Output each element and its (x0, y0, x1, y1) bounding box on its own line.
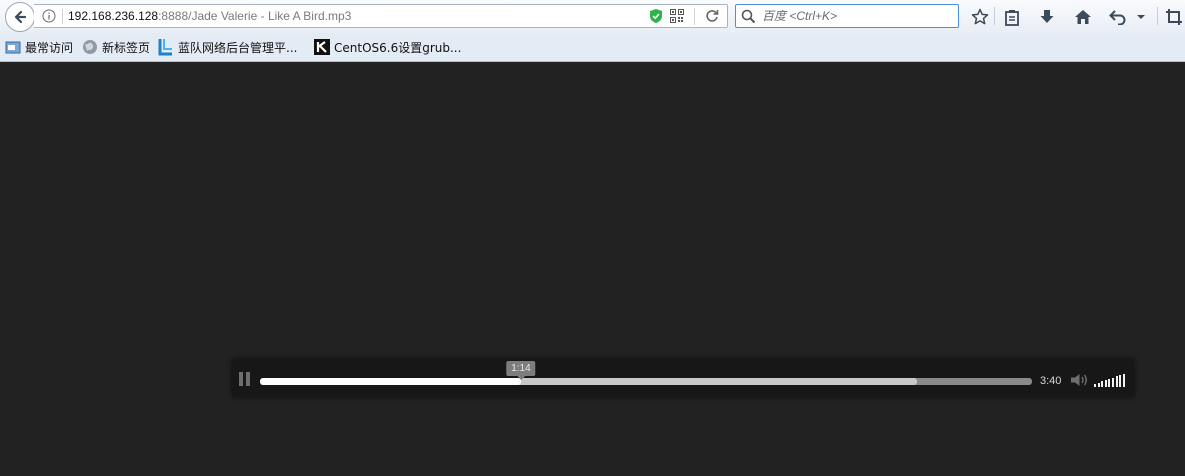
bookmark-label: 蓝队网络后台管理平... (178, 40, 298, 55)
toolbar-separator (994, 7, 995, 25)
k-logo-icon (314, 39, 330, 55)
bookmarks-bar: 最常访问 新标签页 蓝队网络后台管理平... CentOS6.6设置grub..… (0, 33, 1185, 62)
volume-level-bar (1122, 373, 1125, 387)
home-button[interactable] (1073, 7, 1093, 27)
toolbar-separator-2 (1157, 7, 1158, 25)
volume-level-bar (1101, 381, 1104, 387)
volume-level-bar (1119, 374, 1122, 387)
duration-label: 3:40 (1040, 375, 1062, 387)
undo-arrow-icon (1109, 10, 1126, 25)
history-dropdown-button[interactable] (1134, 7, 1148, 27)
screenshot-button[interactable] (1164, 7, 1184, 27)
url-separator (62, 9, 63, 24)
bookmark-most-visited[interactable]: 最常访问 (5, 38, 73, 56)
volume-level-bar (1104, 380, 1107, 387)
url-host: 192.168.236.128 (68, 9, 159, 23)
audio-player-controls: 1:14 3:40 (232, 359, 1134, 397)
downloads-button[interactable] (1037, 7, 1057, 27)
progress-bar[interactable] (260, 378, 1032, 385)
url-bar[interactable]: 192.168.236.128:8888/Jade Valerie - Like… (34, 4, 728, 28)
search-input[interactable] (762, 7, 952, 25)
bookmark-centos-grub[interactable]: CentOS6.6设置grub... (314, 38, 461, 56)
l-logo-icon (158, 39, 174, 56)
home-icon (1075, 10, 1091, 24)
chevron-down-icon (1137, 15, 1145, 19)
url-text[interactable]: 192.168.236.128:8888/Jade Valerie - Like… (68, 9, 351, 23)
folder-icon (5, 39, 21, 55)
pause-icon-bar (246, 372, 250, 386)
bookmark-star-button[interactable] (970, 7, 990, 27)
search-icon[interactable] (741, 9, 756, 24)
url-separator-2 (694, 8, 695, 25)
globe-icon (82, 39, 98, 55)
bookmark-new-tab[interactable]: 新标签页 (82, 38, 150, 56)
history-back-button[interactable] (1108, 7, 1128, 27)
played-progress (260, 378, 521, 385)
bookmark-label: 最常访问 (25, 40, 74, 55)
volume-level-bar (1094, 384, 1096, 387)
volume-level-bar (1108, 378, 1111, 387)
bookmark-lanyue-admin[interactable]: 蓝队网络后台管理平... (158, 38, 297, 56)
search-bar[interactable] (735, 4, 959, 28)
url-path: :8888/Jade Valerie - Like A Bird.mp3 (158, 9, 352, 23)
media-viewport: 1:14 3:40 (0, 62, 1185, 476)
volume-slider[interactable] (1094, 373, 1126, 387)
volume-level-bar (1097, 382, 1100, 387)
download-arrow-icon (1040, 10, 1054, 23)
clipboard-icon (1005, 9, 1019, 26)
pause-icon (239, 372, 243, 386)
current-time-tooltip: 1:14 (506, 361, 536, 380)
reading-list-button[interactable] (1002, 7, 1022, 27)
info-icon[interactable] (42, 9, 56, 23)
speaker-icon[interactable] (1070, 373, 1088, 387)
browser-toolbar: 192.168.236.128:8888/Jade Valerie - Like… (0, 0, 1185, 33)
shield-icon[interactable] (649, 8, 663, 24)
back-button[interactable] (5, 2, 35, 32)
arrow-left-icon (14, 10, 27, 24)
volume-level-bar (1112, 377, 1114, 387)
pause-button[interactable] (239, 372, 251, 386)
star-icon (971, 8, 989, 25)
crop-icon (1166, 9, 1182, 25)
bookmark-label: CentOS6.6设置grub... (334, 40, 462, 55)
reload-icon[interactable] (704, 8, 720, 24)
qr-code-icon[interactable] (670, 9, 684, 23)
bookmark-label: 新标签页 (102, 40, 151, 55)
volume-level-bar (1115, 376, 1118, 387)
